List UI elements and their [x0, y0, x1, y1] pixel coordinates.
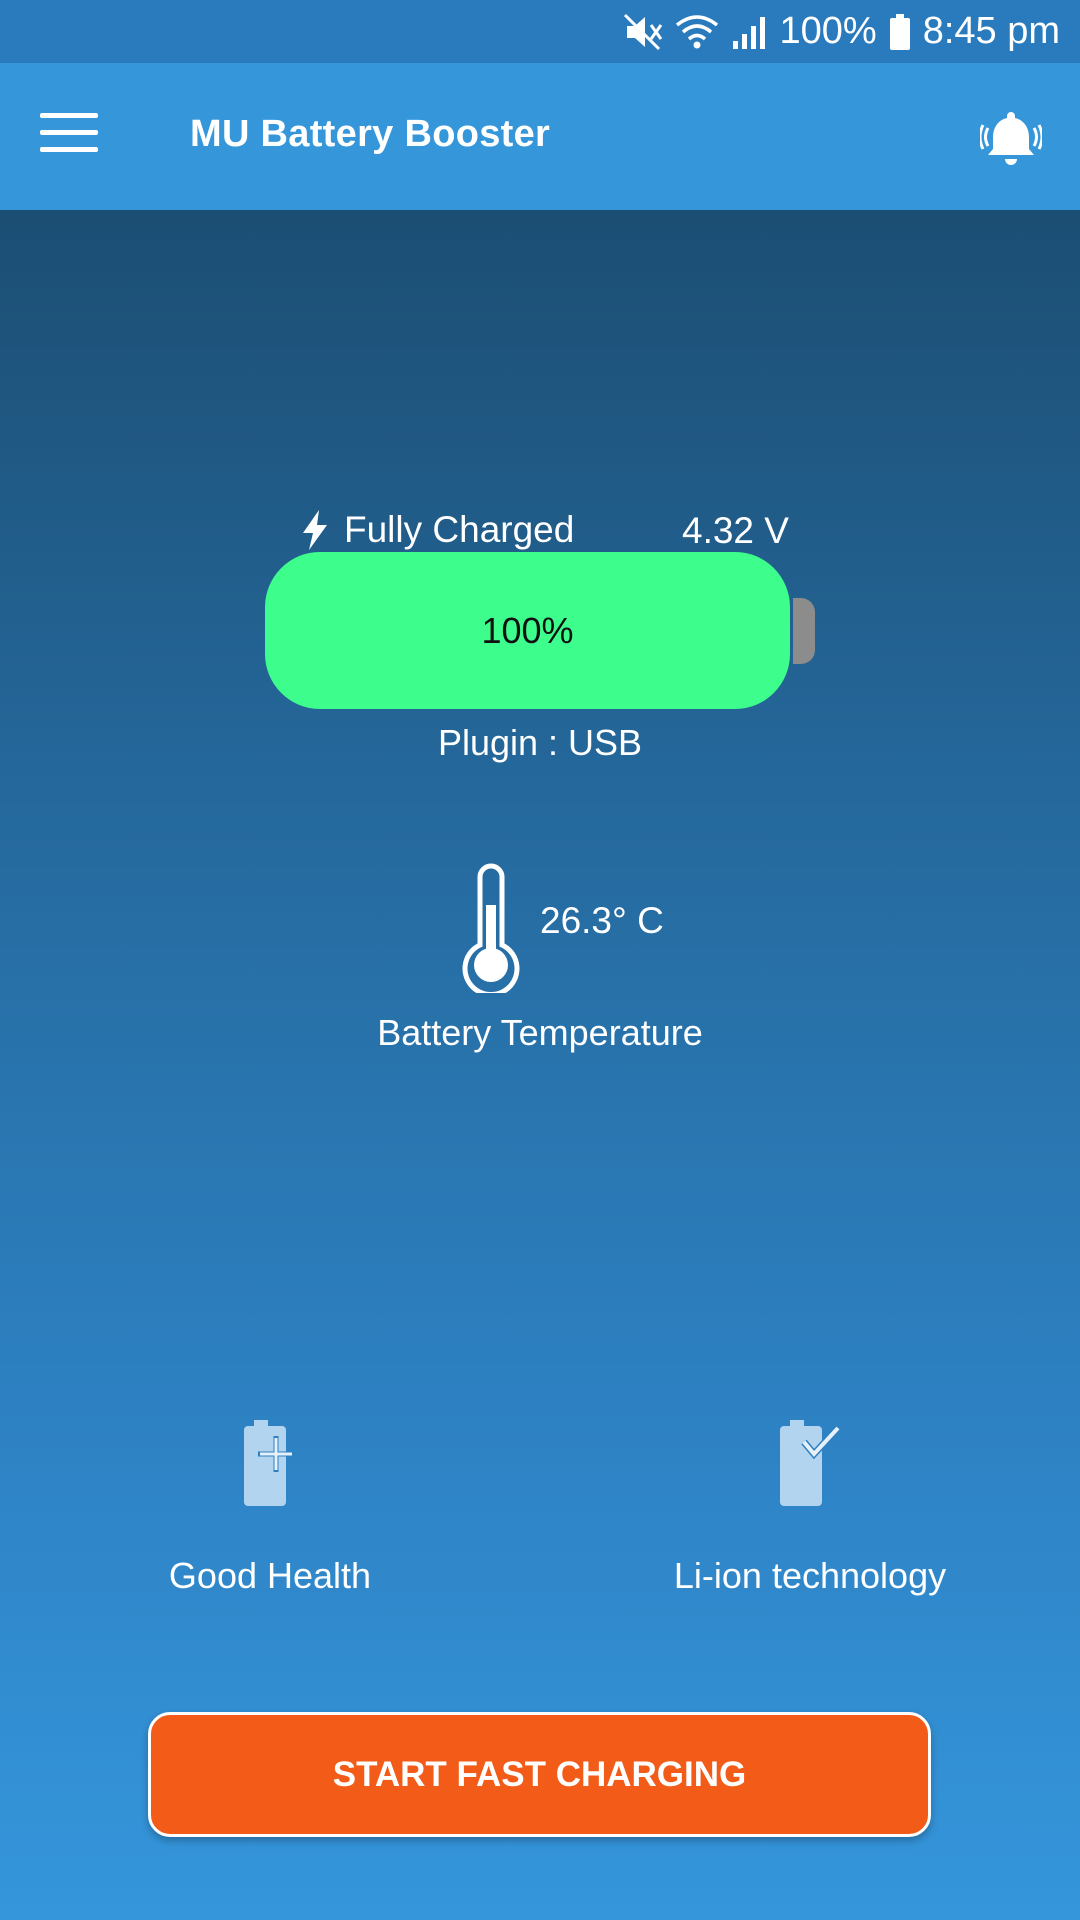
thermometer-icon	[462, 863, 520, 993]
lightning-bolt-icon	[303, 510, 327, 550]
status-time: 8:45 pm	[922, 10, 1060, 52]
battery-icon	[889, 13, 910, 50]
battery-voltage: 4.32 V	[682, 510, 789, 551]
status-bar: 100% 8:45 pm	[0, 0, 1080, 63]
li-ion-technology-label: Li-ion technology	[673, 1555, 947, 1596]
battery-level-indicator: 100%	[265, 552, 790, 709]
battery-terminal	[793, 598, 815, 664]
battery-plus-icon	[244, 1420, 294, 1506]
signal-icon	[733, 16, 766, 49]
temperature-label: Battery Temperature	[377, 1012, 703, 1053]
main-content: Fully Charged 4.32 V 100% Plugin : USB 2…	[0, 210, 1080, 1920]
hamburger-menu-icon[interactable]	[40, 113, 98, 159]
start-fast-charging-button[interactable]: START FAST CHARGING	[148, 1712, 931, 1837]
charge-status-row: Fully Charged 4.32 V	[300, 500, 800, 560]
battery-level-label: 100%	[481, 609, 574, 651]
good-health-label: Good Health	[168, 1555, 372, 1596]
ringing-bell-icon[interactable]	[980, 108, 1042, 166]
mute-icon	[624, 13, 663, 50]
status-icons: 100% 8:45 pm	[623, 0, 1060, 63]
battery-check-icon	[780, 1420, 841, 1506]
charge-status: Fully Charged	[344, 509, 575, 550]
temperature-value: 26.3° C	[540, 900, 664, 941]
plugin-source: Plugin : USB	[437, 722, 643, 763]
app-bar: MU Battery Booster	[0, 63, 1080, 210]
wifi-icon	[676, 14, 719, 48]
app-title: MU Battery Booster	[190, 113, 551, 155]
status-battery-percent: 100%	[779, 10, 877, 52]
